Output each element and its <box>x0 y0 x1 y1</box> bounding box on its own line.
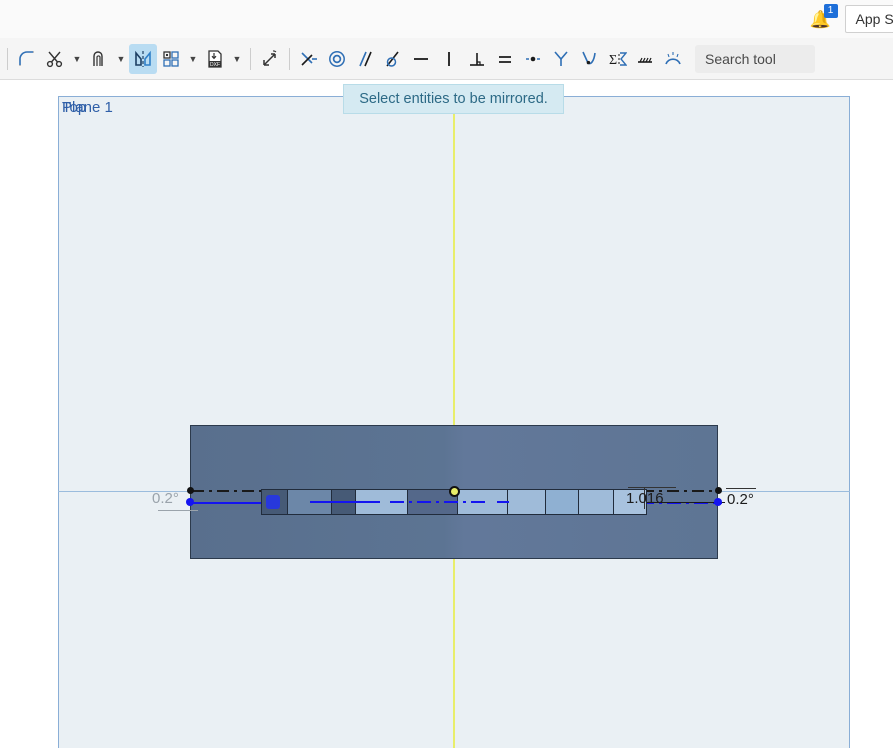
endpoint-blue-left[interactable] <box>186 498 194 506</box>
dxf-import-icon: DXF <box>208 49 222 68</box>
midpoint-constraint-button[interactable] <box>519 44 547 74</box>
pattern-dropdown-caret[interactable]: ▼ <box>185 44 201 74</box>
equal-icon <box>499 55 511 63</box>
dimension-length-overline <box>628 487 676 488</box>
tangent-icon <box>386 51 399 67</box>
fix-constraint-button[interactable]: Σ <box>603 44 631 74</box>
cell-center-line <box>310 501 380 503</box>
vertical-centerline <box>453 96 455 748</box>
trim-button[interactable] <box>41 44 69 74</box>
sketch-toolbar: ▼ ▼ ▼ DXF ▼ Σ Search tool <box>0 38 893 80</box>
cell-center-line <box>497 501 509 503</box>
concentric-constraint-button[interactable] <box>323 44 351 74</box>
search-tools-input[interactable]: Search tool <box>695 44 815 73</box>
toolbar-separator <box>289 47 290 70</box>
normal-icon <box>638 57 652 63</box>
coincident-constraint-button[interactable] <box>295 44 323 74</box>
horizontal-constraint-button[interactable] <box>407 44 435 74</box>
pattern-cell[interactable] <box>614 490 646 514</box>
fillet-button[interactable] <box>13 44 41 74</box>
dimension-left-underline <box>158 510 198 511</box>
dxf-dropdown-caret[interactable]: ▼ <box>229 44 245 74</box>
pattern-cell[interactable] <box>579 490 614 514</box>
toolbar-separator <box>250 47 251 70</box>
dimension-right-overline <box>726 488 756 489</box>
horizontal-icon <box>414 57 428 60</box>
curvature-icon <box>582 51 596 64</box>
cell-center-line <box>390 501 490 503</box>
svg-text:DXF: DXF <box>210 62 220 68</box>
linear-pattern-icon <box>163 50 179 67</box>
import-dxf-button[interactable]: DXF <box>201 44 229 74</box>
vertical-constraint-button[interactable] <box>435 44 463 74</box>
coincident-icon <box>301 51 317 66</box>
symmetric-icon <box>554 50 568 66</box>
normal-constraint-button[interactable] <box>631 44 659 74</box>
offset-dropdown-caret[interactable]: ▼ <box>113 44 129 74</box>
construction-arc-icon <box>665 51 681 64</box>
offset-icon <box>93 50 103 66</box>
parallel-icon <box>359 51 372 66</box>
symmetric-constraint-button[interactable] <box>547 44 575 74</box>
perpendicular-constraint-button[interactable] <box>463 44 491 74</box>
tangent-constraint-button[interactable] <box>379 44 407 74</box>
vertical-icon <box>448 51 450 66</box>
selected-entity-marker[interactable] <box>266 495 280 509</box>
notification-count-badge: 1 <box>823 4 838 18</box>
cad-sketch-app: 🔔 1 App Stor ▼ <box>0 0 893 748</box>
concentric-icon <box>329 50 345 67</box>
app-store-button[interactable]: App Stor <box>844 5 893 33</box>
notification-bell-button[interactable]: 🔔 1 <box>807 4 838 33</box>
pattern-cell[interactable] <box>508 490 546 514</box>
transform-entities-button[interactable] <box>256 44 284 74</box>
dimension-length-tick <box>644 487 645 509</box>
mirror-line-solid-left[interactable] <box>190 502 268 504</box>
construction-arc-button[interactable] <box>659 44 687 74</box>
fix-icon: Σ <box>609 51 627 68</box>
svg-text:Σ: Σ <box>609 53 617 68</box>
mirror-button[interactable] <box>129 43 157 74</box>
transform-arrow-icon <box>263 49 277 66</box>
toolbar-separator <box>7 47 8 70</box>
mirror-icon <box>135 50 151 67</box>
equal-constraint-button[interactable] <box>491 44 519 74</box>
endpoint-blue-right[interactable] <box>714 498 722 506</box>
pattern-cell[interactable] <box>546 490 579 514</box>
trim-dropdown-caret[interactable]: ▼ <box>69 44 85 74</box>
sketch-origin-point[interactable] <box>449 486 460 497</box>
trim-scissors-icon <box>46 51 63 67</box>
graphics-canvas[interactable]: Top Plane 1 0.2° 1.016 0.2° <box>0 81 893 748</box>
offset-button[interactable] <box>85 44 113 74</box>
app-header: 🔔 1 App Stor <box>0 0 893 38</box>
fillet-icon <box>19 50 34 66</box>
endpoint-black-right[interactable] <box>715 487 722 494</box>
status-tooltip: Select entities to be mirrored. <box>343 84 564 114</box>
linear-pattern-button[interactable] <box>157 44 185 74</box>
perpendicular-icon <box>470 52 484 66</box>
endpoint-black-left[interactable] <box>187 487 194 494</box>
midpoint-icon <box>526 56 540 61</box>
curvature-constraint-button[interactable] <box>575 44 603 74</box>
parallel-constraint-button[interactable] <box>351 44 379 74</box>
